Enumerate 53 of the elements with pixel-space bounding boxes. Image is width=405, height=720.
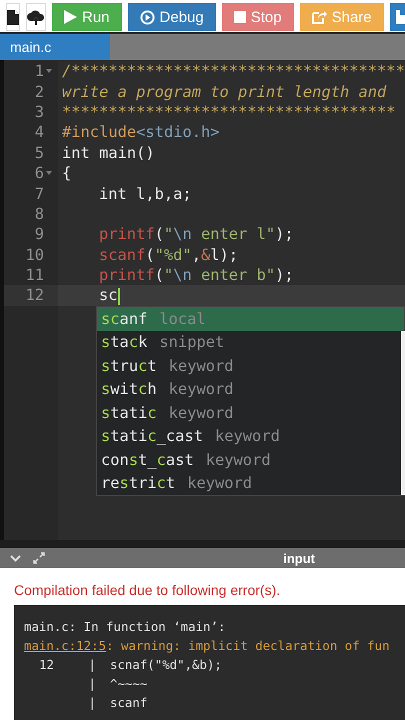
share-icon [312,10,327,24]
console-line: | ^~~~~ [88,675,148,693]
line-number: 7 [34,184,44,203]
line-number: 9 [34,225,44,244]
new-file-button[interactable] [6,3,20,31]
console-line: main.c: In function ‘main’: [24,618,226,636]
line-number: 4 [34,123,44,142]
code-line: #include<stdio.h> [61,123,220,142]
autocomplete-item[interactable]: static_cast keyword [97,424,404,448]
code-line: sc [98,286,120,305]
cloud-upload-icon [27,10,45,24]
autocomplete-item[interactable]: static keyword [97,401,404,424]
console-line: main.c:12:5: warning: implicit declaration of fun [24,637,391,655]
toolbar-button[interactable]: Debug [128,3,216,31]
file-tab[interactable]: main.c [0,34,110,60]
line-number: 11 [25,266,44,284]
stop-square-icon [234,11,246,23]
autocomplete-item[interactable]: restrict keyword [97,472,404,495]
console-line: 12 | scnaf("%d",&b); [38,656,223,674]
line-number: 6 [34,164,44,182]
code-line: ************************************ [61,102,396,121]
autocomplete-item[interactable]: switch keyword [97,378,404,401]
autocomplete-item[interactable]: struct keyword [97,354,404,378]
line-number: 8 [34,204,44,223]
code-line: int main() [61,144,155,162]
line-number: 1 [34,62,44,80]
line-number: 2 [34,82,44,101]
chevron-down-icon[interactable] [10,554,21,562]
console-line: | scanf [88,694,148,712]
line-number: 3 [34,102,44,121]
code-line: printf("\n enter l"); [98,225,294,244]
upload-button[interactable] [26,3,46,31]
line-number: 12 [25,286,44,304]
play-icon [64,10,77,24]
code-line: /************************************ [61,62,405,80]
line-number: 10 [25,246,44,264]
file-icon [7,10,19,24]
code-line: scanf("%d",&l); [98,246,238,264]
code-line: { [61,164,72,182]
fold-caret-icon[interactable] [46,69,52,74]
line-number: 5 [34,144,44,162]
code-line: int l,b,a; [98,184,192,203]
autocomplete-item[interactable]: scanf local [97,307,404,330]
error-location-link[interactable]: main.c:12:5 [24,638,106,653]
output-title: input [283,550,315,566]
fold-caret-icon[interactable] [46,171,52,176]
error-message: Compilation failed due to following error(s). [14,582,282,598]
autocomplete-item[interactable]: const_cast keyword [97,448,404,472]
code-line: write a program to print length and [61,82,386,101]
debug-circle-icon [140,10,155,24]
autocomplete-item[interactable]: stack snippet [97,330,404,354]
expand-icon[interactable] [33,552,45,564]
code-line: printf("\n enter b"); [98,266,294,284]
